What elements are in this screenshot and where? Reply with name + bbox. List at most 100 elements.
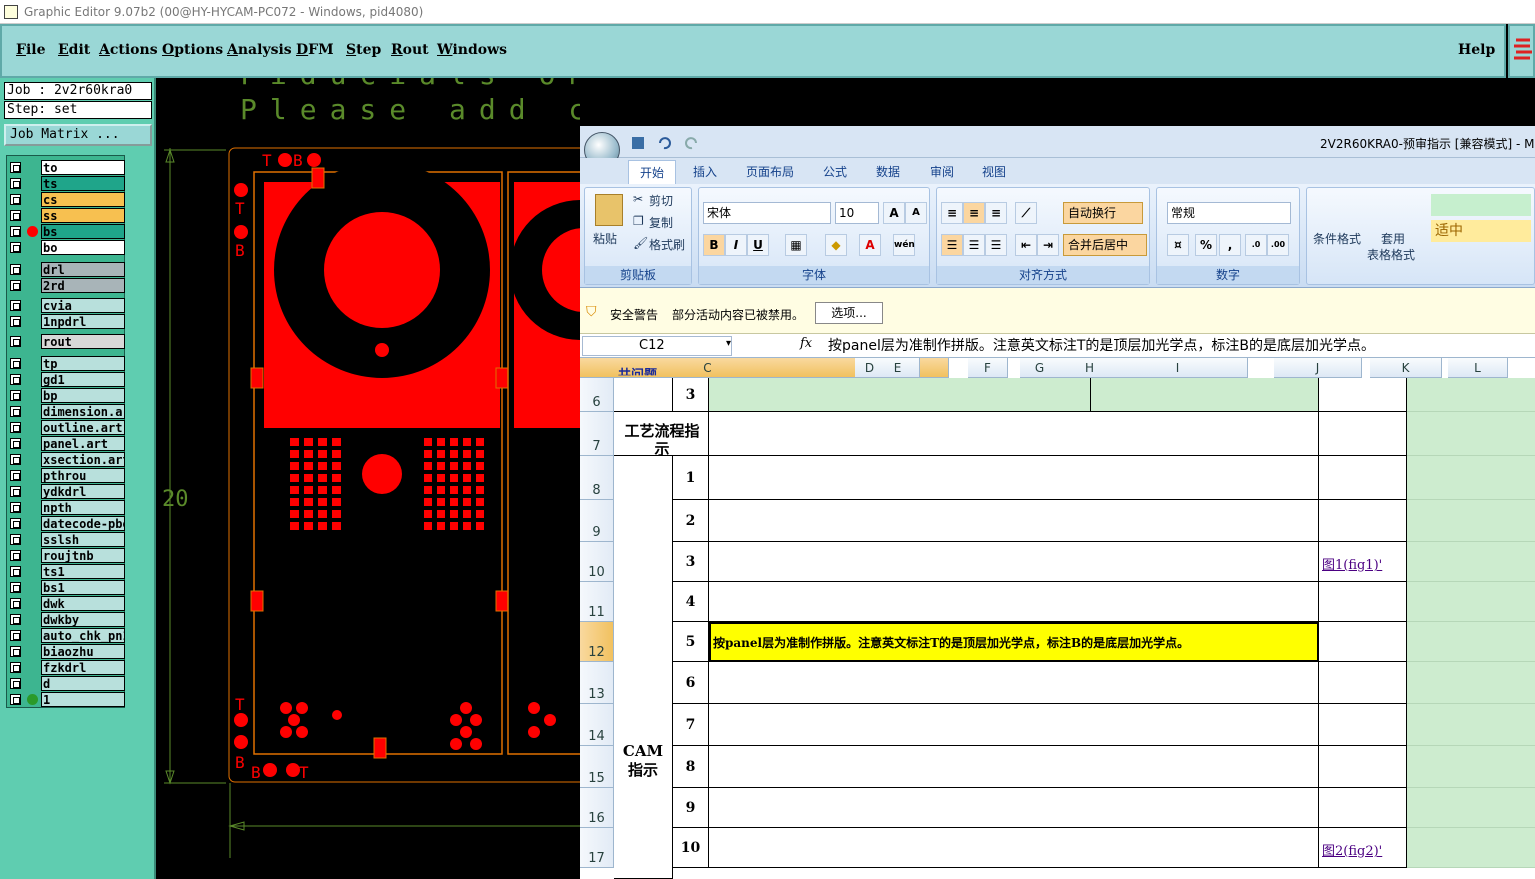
layer-name[interactable]: bp — [41, 388, 125, 403]
layer-row[interactable]: bo — [7, 240, 126, 255]
wrap-text-button[interactable]: 自动换行 — [1063, 202, 1143, 224]
tab-page-layout[interactable]: 页面布局 — [746, 160, 794, 184]
graphic-canvas[interactable]: Fiducials on the bottom side of the boar… — [156, 78, 580, 879]
layer-name[interactable]: bs — [41, 224, 125, 239]
layer-checkbox[interactable] — [10, 694, 21, 705]
layer-name[interactable]: 1npdrl — [41, 314, 125, 329]
layer-name[interactable]: panel.art — [41, 436, 125, 451]
layer-row[interactable]: bs1 — [7, 580, 126, 595]
layer-checkbox[interactable] — [10, 336, 21, 347]
tab-view[interactable]: 视图 — [982, 160, 1006, 184]
border-icon[interactable]: ▦ — [785, 234, 807, 256]
layer-checkbox[interactable] — [10, 630, 21, 641]
cell-h6[interactable] — [1091, 378, 1319, 412]
layer-name[interactable]: cvia — [41, 298, 125, 313]
layer-name[interactable]: biaozhu — [41, 644, 125, 659]
tab-review[interactable]: 审阅 — [930, 160, 954, 184]
number-format-select[interactable]: 常规 — [1167, 202, 1291, 224]
cell-j15[interactable] — [1319, 746, 1407, 788]
layer-row[interactable]: ts — [7, 176, 126, 191]
layer-name[interactable]: bo — [41, 240, 125, 255]
tab-formulas[interactable]: 公式 — [823, 160, 847, 184]
italic-button[interactable]: I — [725, 234, 747, 256]
layer-row[interactable]: cs — [7, 192, 126, 207]
cell-b[interactable]: 2 — [673, 500, 709, 542]
layer-name[interactable]: dwk — [41, 596, 125, 611]
figure-link[interactable]: 图2(fig2)' — [1322, 840, 1382, 859]
align-bottom-icon[interactable]: ≡ — [985, 202, 1007, 224]
layer-checkbox[interactable] — [10, 598, 21, 609]
indent-increase-icon[interactable]: ⇥ — [1037, 234, 1059, 256]
layer-row[interactable]: 2rd — [7, 278, 126, 293]
layer-row[interactable]: bs — [7, 224, 126, 239]
layer-row[interactable]: outline.art — [7, 420, 126, 435]
cell-b[interactable]: 10 — [673, 828, 709, 868]
layer-name[interactable]: datecode-pbe — [41, 516, 125, 531]
style-good[interactable] — [1431, 194, 1531, 216]
column-header-j[interactable]: J — [1274, 358, 1362, 378]
layer-checkbox[interactable] — [10, 390, 21, 401]
layer-checkbox[interactable] — [10, 566, 21, 577]
layer-row[interactable]: pthrou — [7, 468, 126, 483]
style-neutral[interactable]: 适中 — [1431, 220, 1531, 242]
layer-row[interactable]: dwkby — [7, 612, 126, 627]
layer-checkbox[interactable] — [10, 486, 21, 497]
layer-name[interactable]: ss — [41, 208, 125, 223]
cell-k10[interactable] — [1407, 542, 1535, 582]
cell-j9[interactable] — [1319, 500, 1407, 542]
layer-checkbox[interactable] — [10, 646, 21, 657]
cell-k15[interactable] — [1407, 746, 1535, 788]
layer-checkbox[interactable] — [10, 582, 21, 593]
cell-j14[interactable] — [1319, 704, 1407, 746]
menu-dfm[interactable]: DFM — [296, 42, 334, 58]
layer-row[interactable]: 1npdrl — [7, 314, 126, 329]
cell-b[interactable]: 1 — [673, 456, 709, 500]
cell-k16[interactable] — [1407, 788, 1535, 828]
row-header[interactable]: 8 — [580, 456, 614, 500]
align-center-icon[interactable]: ☰ — [963, 234, 985, 256]
layer-name[interactable]: auto_chk_pn1 — [41, 628, 125, 643]
cell-c11[interactable] — [709, 582, 1319, 622]
font-color-button[interactable]: A — [859, 234, 881, 256]
column-header-f[interactable]: F — [968, 358, 1008, 378]
cell-k6[interactable] — [1407, 378, 1535, 412]
layer-name[interactable]: ts1 — [41, 564, 125, 579]
tab-insert[interactable]: 插入 — [693, 160, 717, 184]
layer-name[interactable]: to — [41, 160, 125, 175]
layer-checkbox[interactable] — [10, 550, 21, 561]
layer-name[interactable]: sslsh — [41, 532, 125, 547]
cell-b[interactable]: 4 — [673, 582, 709, 622]
row-header[interactable]: 6 — [580, 378, 614, 412]
layer-checkbox[interactable] — [10, 438, 21, 449]
formula-input[interactable]: 按panel层为准制作拼版。注意英文标注T的是顶层加光学点，标注B的是底层加光学… — [828, 336, 1375, 356]
menu-analysis[interactable]: Analysis — [227, 42, 292, 58]
layer-checkbox[interactable] — [10, 470, 21, 481]
cell-c15[interactable] — [709, 746, 1319, 788]
layer-row[interactable]: biaozhu — [7, 644, 126, 659]
cell-c17[interactable] — [709, 828, 1319, 868]
quick-access-toolbar[interactable] — [630, 134, 750, 152]
layer-name[interactable]: fzkdrl — [41, 660, 125, 675]
cell-c6[interactable] — [709, 378, 1091, 412]
layer-name[interactable]: d — [41, 676, 125, 691]
layer-checkbox[interactable] — [10, 162, 21, 173]
layer-row[interactable]: tp — [7, 356, 126, 371]
merge-center-button[interactable]: 合并后居中 — [1063, 234, 1147, 256]
row-header[interactable]: 17 — [580, 828, 614, 868]
cut-button[interactable]: 剪切 — [649, 192, 673, 209]
bold-button[interactable]: B — [703, 234, 725, 256]
layer-checkbox[interactable] — [10, 454, 21, 465]
row-header[interactable]: 7 — [580, 412, 614, 456]
copy-button[interactable]: 复制 — [649, 214, 673, 231]
layer-row[interactable]: d — [7, 676, 126, 691]
layer-checkbox[interactable] — [10, 614, 21, 625]
layer-checkbox[interactable] — [10, 300, 21, 311]
conditional-format-button[interactable]: 条件格式 — [1313, 230, 1361, 247]
cell-j12[interactable] — [1319, 622, 1407, 662]
layer-row[interactable]: bp — [7, 388, 126, 403]
phonetic-button[interactable]: wén — [893, 234, 915, 256]
cell-k8[interactable] — [1407, 456, 1535, 500]
cell-c16[interactable] — [709, 788, 1319, 828]
layer-name[interactable]: ts — [41, 176, 125, 191]
layer-row[interactable]: to — [7, 160, 126, 175]
